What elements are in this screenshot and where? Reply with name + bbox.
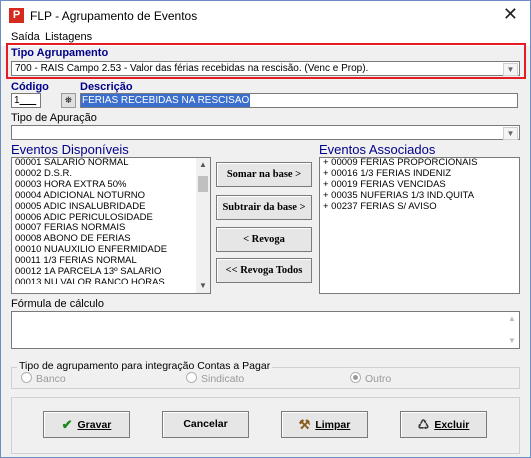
binoculars-icon[interactable]: ⛯ xyxy=(61,93,76,108)
radio-outro[interactable]: Outro xyxy=(350,372,391,385)
eventos-associados-list[interactable]: + 00009 FERIAS PROPORCIONAIS + 00016 1/3… xyxy=(319,157,520,294)
formula-scrollbar[interactable]: ▲ ▼ xyxy=(505,312,519,348)
codigo-label: Código xyxy=(11,81,49,93)
chevron-up-icon[interactable]: ▲ xyxy=(505,312,519,326)
tipo-apuracao-select[interactable]: ▼ xyxy=(11,125,520,140)
eventos-associados-label: Eventos Associados xyxy=(319,142,436,157)
descricao-label: Descrição xyxy=(80,81,133,93)
descricao-value: FERIAS RECEBIDAS NA RESCISAO xyxy=(81,94,251,107)
eventos-disponiveis-label: Eventos Disponíveis xyxy=(11,142,129,157)
chevron-down-icon[interactable]: ▼ xyxy=(196,279,210,293)
gravar-label: Gravar xyxy=(77,419,112,431)
subtrair-da-base-button[interactable]: Subtrair da base > xyxy=(216,195,312,220)
app-icon: P xyxy=(9,8,24,23)
formula-label: Fórmula de cálculo xyxy=(11,298,104,310)
cancelar-label: Cancelar xyxy=(183,418,228,430)
somar-na-base-button[interactable]: Somar na base > xyxy=(216,162,312,187)
chevron-down-icon[interactable]: ▼ xyxy=(505,334,519,348)
tipo-agrupamento-select[interactable]: 700 - RAIS Campo 2.53 - Valor das férias… xyxy=(11,61,520,76)
eventos-disponiveis-list[interactable]: 00001 SALARIO NORMAL 00002 D.S.R. 00003 … xyxy=(11,157,211,294)
check-icon: ✔ xyxy=(61,417,73,432)
limpar-button[interactable]: ⚒ Limpar xyxy=(281,411,368,438)
tipo-agrupamento-label: Tipo Agrupamento xyxy=(11,47,109,59)
menu-listagens[interactable]: Listagens xyxy=(45,31,92,43)
descricao-input[interactable]: FERIAS RECEBIDAS NA RESCISAO xyxy=(80,93,518,108)
list-item[interactable]: + 00237 FERIAS S/ AVISO xyxy=(320,201,519,213)
dialog-window: P FLP - Agrupamento de Eventos ✕ Saída L… xyxy=(0,0,531,458)
formula-textarea[interactable]: ▲ ▼ xyxy=(11,311,520,349)
cancelar-button[interactable]: Cancelar xyxy=(162,411,249,438)
tipo-agrupamento-value: 700 - RAIS Campo 2.53 - Valor das férias… xyxy=(15,63,369,74)
chevron-up-icon[interactable]: ▲ xyxy=(196,158,210,172)
excluir-button[interactable]: ♺ Excluir xyxy=(400,411,487,438)
tipo-apuracao-label: Tipo de Apuração xyxy=(11,112,97,124)
limpar-label: Limpar xyxy=(315,419,351,431)
chevron-down-icon[interactable]: ▼ xyxy=(503,63,518,76)
radio-banco[interactable]: Banco xyxy=(21,372,66,385)
list-item[interactable]: 00013 NU VALOR BANCO HORAS xyxy=(12,278,210,284)
gravar-button[interactable]: ✔ Gravar xyxy=(43,411,130,438)
close-icon[interactable]: ✕ xyxy=(503,4,518,24)
title-bar: P FLP - Agrupamento de Eventos ✕ xyxy=(1,1,530,30)
list-item[interactable]: 00004 ADICIONAL NOTURNO xyxy=(12,190,210,202)
radio-banco-label: Banco xyxy=(36,373,66,385)
radio-selected-icon xyxy=(350,372,361,383)
scroll-thumb[interactable] xyxy=(198,176,208,192)
trash-icon: ♺ xyxy=(417,417,430,432)
excluir-label: Excluir xyxy=(434,419,470,431)
list-scrollbar[interactable]: ▲ ▼ xyxy=(196,158,210,293)
window-title: FLP - Agrupamento de Eventos xyxy=(30,9,198,23)
codigo-input[interactable]: 1 xyxy=(11,93,41,108)
broom-icon: ⚒ xyxy=(298,417,311,432)
list-item[interactable]: 00005 ADIC INSALUBRIDADE xyxy=(12,201,210,213)
radio-outro-label: Outro xyxy=(365,373,392,385)
integracao-label: Tipo de agrupamento para integração Cont… xyxy=(17,360,273,372)
list-item[interactable]: + 00035 NUFERIAS 1/3 IND.QUITA xyxy=(320,190,519,202)
radio-sindicato[interactable]: Sindicato xyxy=(186,372,244,385)
radio-icon xyxy=(21,372,32,383)
radio-icon xyxy=(186,372,197,383)
radio-sindicato-label: Sindicato xyxy=(201,373,245,385)
menu-saida[interactable]: Saída xyxy=(11,31,40,43)
revoga-button[interactable]: < Revoga xyxy=(216,227,312,252)
revoga-todos-button[interactable]: << Revoga Todos xyxy=(216,258,312,283)
list-item[interactable]: 00012 1A PARCELA 13º SALARIO xyxy=(12,266,210,278)
chevron-down-icon[interactable]: ▼ xyxy=(503,127,518,140)
